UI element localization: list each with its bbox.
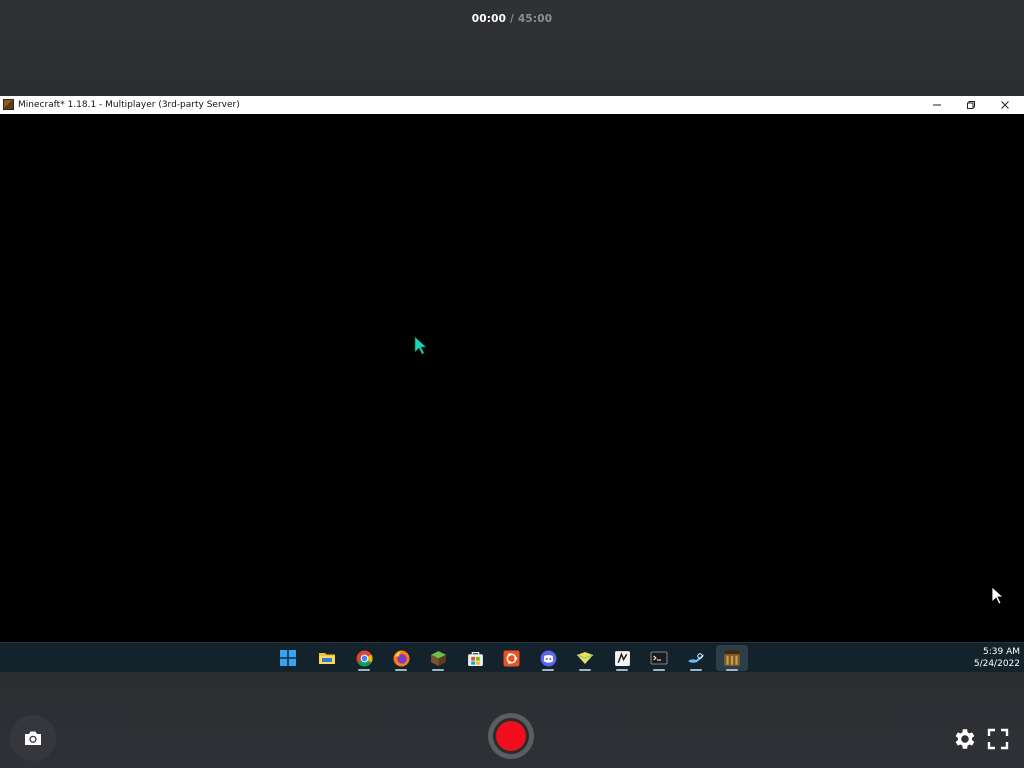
teal-cursor-icon xyxy=(414,336,427,355)
taskbar-store[interactable] xyxy=(459,645,491,671)
taskbar-firefox[interactable] xyxy=(385,645,417,671)
firefox-icon xyxy=(393,650,409,666)
recorder-controls xyxy=(0,672,1024,768)
minecraft-block-icon xyxy=(3,99,14,110)
camera-icon xyxy=(25,731,41,745)
taskbar-app[interactable] xyxy=(606,645,638,671)
recording-timer: 00:00 / 45:00 xyxy=(0,13,1024,25)
steam-icon xyxy=(688,653,704,663)
game-viewport[interactable] xyxy=(0,114,1024,642)
windows-start-icon xyxy=(280,650,296,666)
taskbar-terminal[interactable] xyxy=(643,645,675,671)
minimize-icon xyxy=(933,104,941,106)
chrome-icon xyxy=(356,650,372,666)
restore-icon xyxy=(967,101,975,109)
record-button[interactable] xyxy=(488,713,534,759)
screenshot-button[interactable] xyxy=(10,715,56,761)
taskbar-ubuntu[interactable] xyxy=(495,645,527,671)
taskbar-discord[interactable] xyxy=(532,645,564,671)
windows-taskbar: 5:39 AM 5/24/2022 xyxy=(0,642,1024,672)
white-cursor-icon xyxy=(991,586,1005,605)
microsoft-store-icon xyxy=(467,651,483,666)
taskbar-clock[interactable]: 5:39 AM 5/24/2022 xyxy=(960,646,1020,670)
taskbar-notes[interactable] xyxy=(569,645,601,671)
elapsed-time: 00:00 xyxy=(471,13,507,25)
recorder-top-bar: 00:00 / 45:00 xyxy=(0,0,1024,96)
fullscreen-icon xyxy=(987,728,1009,750)
taskbar-file-explorer[interactable] xyxy=(311,645,343,671)
taskbar-minecraft[interactable] xyxy=(716,645,748,671)
settings-button[interactable] xyxy=(951,726,977,752)
clock-date: 5/24/2022 xyxy=(973,659,1020,669)
ubuntu-icon xyxy=(503,650,519,666)
taskbar-steam[interactable] xyxy=(680,645,712,671)
notes-icon xyxy=(576,652,594,664)
captured-screen: Minecraft* 1.18.1 - Multiplayer (3rd-par… xyxy=(0,96,1024,672)
fullscreen-button[interactable] xyxy=(987,728,1009,750)
minecraft-icon xyxy=(724,650,740,666)
taskbar-chrome[interactable] xyxy=(348,645,380,671)
file-explorer-icon xyxy=(319,653,335,664)
minimize-button[interactable] xyxy=(920,96,954,114)
minecraft-launcher-icon xyxy=(430,650,446,666)
gear-icon xyxy=(955,729,975,749)
taskbar-minecraft-launcher[interactable] xyxy=(422,645,454,671)
close-icon xyxy=(1001,101,1009,109)
total-time: 45:00 xyxy=(517,13,553,25)
clock-time: 5:39 AM xyxy=(983,647,1020,657)
restore-button[interactable] xyxy=(954,96,988,114)
record-icon xyxy=(493,718,529,754)
taskbar-start[interactable] xyxy=(272,645,304,671)
window-titlebar[interactable]: Minecraft* 1.18.1 - Multiplayer (3rd-par… xyxy=(0,96,1024,114)
app-icon xyxy=(614,650,630,666)
window-title: Minecraft* 1.18.1 - Multiplayer (3rd-par… xyxy=(18,100,240,110)
close-button[interactable] xyxy=(988,96,1022,114)
timer-separator: / xyxy=(506,13,518,25)
discord-icon xyxy=(540,650,556,666)
terminal-icon xyxy=(650,651,668,665)
